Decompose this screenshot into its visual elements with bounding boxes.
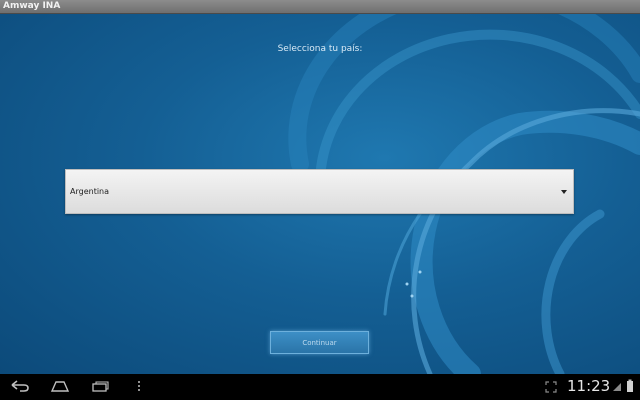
window-title: Amway INA xyxy=(3,1,61,11)
status-clock: 11:23 xyxy=(567,377,611,395)
signal-icon xyxy=(613,383,621,391)
menu-icon[interactable] xyxy=(136,379,142,393)
dropdown-arrow-icon xyxy=(561,190,567,194)
country-select[interactable]: Argentina xyxy=(65,169,574,214)
home-icon[interactable] xyxy=(50,379,70,393)
system-navigation-bar: 11:23 xyxy=(0,374,640,400)
back-icon[interactable] xyxy=(10,379,30,393)
continue-button-label: Continuar xyxy=(302,339,337,347)
country-select-value: Argentina xyxy=(70,187,110,196)
continue-button[interactable]: Continuar xyxy=(270,331,369,354)
app-screen: Selecciona tu país: Argentina Continuar xyxy=(0,14,640,374)
country-prompt: Selecciona tu país: xyxy=(277,44,363,54)
recent-apps-icon[interactable] xyxy=(90,379,110,393)
window-titlebar: Amway INA xyxy=(0,0,640,14)
fullscreen-icon[interactable] xyxy=(545,381,557,393)
battery-icon xyxy=(627,379,633,392)
